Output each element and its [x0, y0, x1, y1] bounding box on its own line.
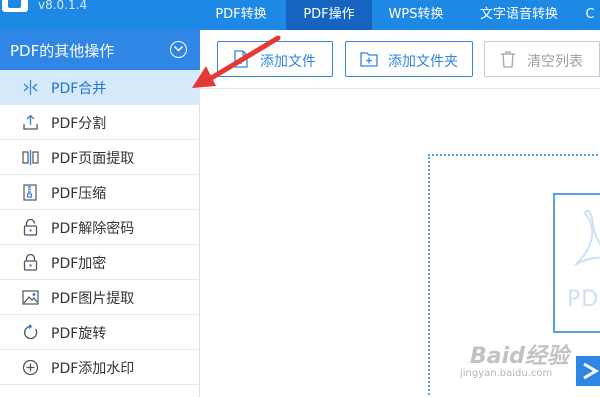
app-window: v8.0.1.4 PDF转换 PDF操作 WPS转换 文字语音转换 C PDF的… — [0, 0, 600, 397]
watermark-brand: Baid经验 — [470, 344, 569, 369]
next-arrow-icon[interactable] — [576, 356, 600, 386]
baidu-watermark: Baid经验 jingyan.baidu.com — [448, 338, 569, 386]
watermark-url: jingyan.baidu.com — [460, 368, 553, 379]
